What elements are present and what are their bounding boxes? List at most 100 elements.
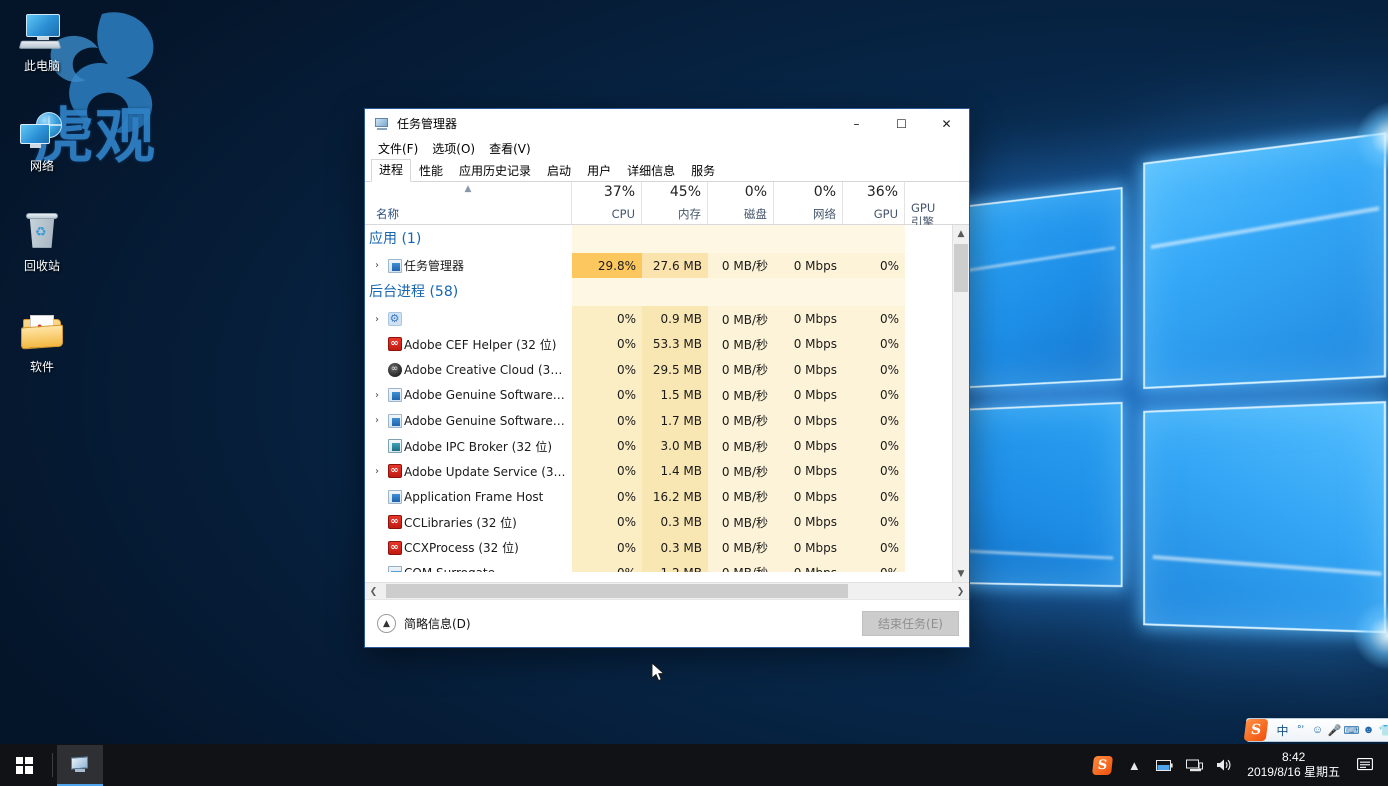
tray-sogou-icon[interactable]: S — [1085, 755, 1119, 775]
network-tray-icon[interactable] — [1179, 744, 1209, 786]
column-header-gpu[interactable]: 36% GPU — [843, 182, 905, 224]
horizontal-scroll-track[interactable] — [382, 583, 952, 599]
cell-name: Adobe CEF Helper (32 位) — [365, 332, 572, 357]
horizontal-scroll-thumb[interactable] — [386, 584, 848, 598]
window-title: 任务管理器 — [397, 117, 458, 131]
menu-view[interactable]: 查看(V) — [483, 139, 537, 158]
table-row[interactable]: COM Surrogate0%1.2 MB0 MB/秒0 Mbps0% — [365, 560, 952, 573]
table-row[interactable]: Application Frame Host 0% 16.2 MB 0 MB/秒 0 M… — [365, 484, 952, 510]
cell-gpu: 0% — [843, 433, 905, 459]
tab-app-history[interactable]: 应用历史记录 — [451, 160, 539, 182]
adobe-red-icon — [385, 540, 404, 555]
desktop-icon-this-pc[interactable]: 此电脑 — [4, 12, 80, 73]
expand-chevron-icon[interactable]: › — [369, 390, 385, 401]
tab-users[interactable]: 用户 — [579, 160, 619, 182]
cell-name: COM Surrogate — [365, 560, 572, 573]
scroll-down-icon[interactable]: ▼ — [953, 565, 969, 582]
table-row[interactable]: ›Adobe Genuine Software Inte...0%1.5 MB0… — [365, 382, 952, 408]
vertical-scroll-thumb[interactable] — [954, 244, 968, 292]
cell-gpu: 0% — [843, 253, 905, 279]
ime-toolbar[interactable]: S 中 °’ ☺ 🎤 ⌨ ☻ 👕 ⋮⋮ — [1243, 718, 1388, 742]
taskbar-item-task-manager[interactable] — [57, 745, 103, 786]
maximize-button[interactable]: ☐ — [879, 109, 924, 138]
ime-skin-icon[interactable]: 👕 — [1377, 719, 1388, 741]
menu-file[interactable]: 文件(F) — [372, 139, 424, 158]
close-button[interactable]: ✕ — [924, 109, 969, 138]
column-header-network[interactable]: 0% 网络 — [774, 182, 843, 224]
table-row[interactable]: CCXProcess (32 位)0%0.3 MB0 MB/秒0 Mbps0% — [365, 534, 952, 561]
expand-chevron-icon[interactable]: › — [369, 260, 385, 271]
scroll-left-icon[interactable]: ❮ — [365, 583, 382, 600]
desktop-icon-recycle-bin[interactable]: ♻ 回收站 — [4, 212, 80, 273]
cell-gpueng — [905, 407, 952, 434]
window-titlebar[interactable]: 任务管理器 – ☐ ✕ — [365, 109, 969, 138]
fewer-details-button[interactable]: ▲ 简略信息(D) — [377, 614, 471, 633]
action-center-icon[interactable] — [1348, 744, 1382, 786]
table-row[interactable]: Adobe CEF Helper (32 位)0%53.3 MB0 MB/秒0 … — [365, 331, 952, 358]
table-row[interactable]: CCLibraries (32 位)0%0.3 MB0 MB/秒0 Mbps0% — [365, 509, 952, 535]
sort-ascending-icon: ▲ — [464, 184, 472, 194]
expand-chevron-icon[interactable]: › — [369, 314, 385, 325]
column-header-gpu-engine[interactable]: GPU 引擎 — [905, 182, 955, 229]
ime-keyboard-icon[interactable]: ⌨ — [1343, 719, 1360, 741]
process-rows: 应用 (1) › 任务管理器 29.8% 27.6 MB 0 MB/秒 0 Mbps 0% 后台… — [365, 225, 952, 582]
tray-chevron-up-icon[interactable]: ▲ — [1119, 744, 1149, 786]
tab-performance[interactable]: 性能 — [411, 160, 451, 182]
adobe-cc-icon — [385, 362, 404, 377]
sogou-logo-icon[interactable]: S — [1243, 719, 1269, 741]
cell-cpu: 29.8% — [572, 253, 642, 279]
table-row[interactable]: ›Adobe Update Service (32 位)0%1.4 MB0 MB… — [365, 458, 952, 485]
battery-icon[interactable] — [1149, 744, 1179, 786]
ime-language-icon[interactable]: 中 — [1273, 719, 1292, 741]
cell-gpu: 0% — [843, 382, 905, 408]
cell-cpu: 0% — [572, 458, 642, 485]
cell-gpu: 0% — [843, 484, 905, 510]
tab-startup[interactable]: 启动 — [539, 160, 579, 182]
desktop-icon-network[interactable]: 网络 — [4, 112, 80, 173]
scroll-right-icon[interactable]: ❯ — [952, 583, 969, 600]
adobe-red-icon — [385, 337, 404, 352]
expand-chevron-icon[interactable]: › — [369, 415, 385, 426]
column-header-memory[interactable]: 45% 内存 — [642, 182, 708, 224]
ime-emoji-icon[interactable]: ☺ — [1309, 719, 1326, 741]
ime-microphone-icon[interactable]: 🎤 — [1326, 719, 1343, 741]
cell-gpu: 0% — [843, 357, 905, 383]
vertical-scroll-track[interactable] — [953, 242, 969, 565]
group-cell-cpu — [572, 278, 642, 307]
end-task-button[interactable]: 结束任务(E) — [862, 611, 959, 636]
network-icon — [18, 112, 66, 156]
table-row[interactable]: ›Adobe Genuine Software Ser...0%1.7 MB0 … — [365, 407, 952, 434]
table-row[interactable]: Adobe Creative Cloud (32 位)0%29.5 MB0 MB… — [365, 357, 952, 383]
start-button[interactable] — [0, 744, 48, 786]
menu-options[interactable]: 选项(O) — [426, 139, 481, 158]
scroll-up-icon[interactable]: ▲ — [953, 225, 969, 242]
column-header-name[interactable]: ▲ 名称 — [365, 182, 572, 224]
tab-services[interactable]: 服务 — [683, 160, 723, 182]
taskbar-clock[interactable]: 8:42 2019/8/16 星期五 — [1239, 744, 1348, 786]
column-header-cpu[interactable]: 37% CPU — [572, 182, 642, 224]
table-row[interactable]: Adobe IPC Broker (32 位) 0% 3.0 MB 0 MB/秒 0 M… — [365, 433, 952, 459]
column-header-disk[interactable]: 0% 磁盘 — [708, 182, 774, 224]
minimize-button[interactable]: – — [834, 109, 879, 138]
desktop-icon-software-folder[interactable]: 软件 — [4, 313, 80, 374]
ime-user-icon[interactable]: ☻ — [1360, 719, 1377, 741]
process-name: Adobe Genuine Software Ser... — [404, 413, 566, 428]
expand-chevron-icon[interactable]: › — [369, 466, 385, 477]
cell-mem: 0.3 MB — [642, 509, 708, 535]
group-cell-gpueng — [905, 278, 952, 307]
vertical-scrollbar[interactable]: ▲ ▼ — [952, 225, 969, 582]
table-row[interactable]: › 任务管理器 29.8% 27.6 MB 0 MB/秒 0 Mbps 0% — [365, 253, 952, 279]
cell-name: › 任务管理器 — [365, 253, 572, 278]
tab-details[interactable]: 详细信息 — [619, 160, 683, 182]
tab-processes[interactable]: 进程 — [371, 159, 412, 182]
ime-punctuation-icon[interactable]: °’ — [1292, 719, 1309, 741]
table-row[interactable]: ›0%0.9 MB0 MB/秒0 Mbps0% — [365, 306, 952, 332]
recycle-bin-icon: ♻ — [18, 212, 66, 256]
cell-mem: 29.5 MB — [642, 357, 708, 383]
desktop-icon-label: 回收站 — [23, 259, 60, 273]
cell-mem: 0.9 MB — [642, 306, 708, 332]
horizontal-scrollbar[interactable]: ❮ ❯ — [365, 582, 969, 600]
volume-icon[interactable] — [1209, 744, 1239, 786]
cell-mem: 0.3 MB — [642, 534, 708, 561]
process-name: COM Surrogate — [404, 566, 495, 573]
